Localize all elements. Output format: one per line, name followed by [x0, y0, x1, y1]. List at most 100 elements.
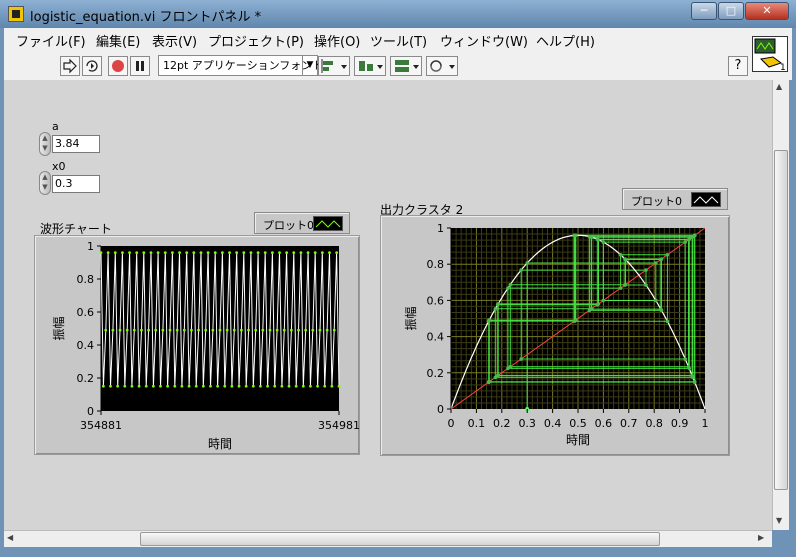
series-point: [285, 251, 289, 254]
x-tick-label: 354981: [318, 419, 360, 432]
resize-objects-button[interactable]: [390, 56, 422, 76]
series-point: [251, 384, 255, 388]
window-title: logistic_equation.vi フロントパネル *: [30, 10, 262, 25]
menu-project[interactable]: プロジェクト(P): [208, 31, 304, 50]
resize-icon: [395, 60, 419, 72]
cobweb-point: [690, 373, 694, 378]
reorder-icon: [430, 60, 455, 72]
cobweb-point: [506, 286, 510, 290]
series-point: [232, 328, 236, 332]
series-point: [256, 251, 260, 254]
a-increment-decrement[interactable]: ▲ ▼: [39, 132, 51, 156]
series-point: [204, 328, 208, 332]
cobweb-point: [589, 307, 594, 311]
series-point: [290, 328, 293, 332]
front-panel: a ▲ ▼ 3.84 x0 ▲ ▼ 0.3 波形チャート プロット0 0 0.2 0.4…: [4, 80, 772, 530]
font-dropdown[interactable]: 12pt アプリケーションフォント ▼: [158, 55, 323, 76]
close-button[interactable]: ✕: [745, 2, 789, 20]
minimize-button[interactable]: ─: [691, 2, 717, 20]
series-point: [325, 328, 329, 332]
cobweb-point: [665, 319, 670, 324]
series-point: [268, 328, 272, 332]
run-continuously-button[interactable]: [82, 56, 102, 76]
menu-window[interactable]: ウィンドウ(W): [440, 31, 528, 50]
run-button[interactable]: [60, 56, 80, 76]
waveform-chart-legend[interactable]: プロット0: [254, 212, 350, 234]
y-tick-label: 0.4: [77, 339, 95, 352]
xy-graph[interactable]: 0 0.2 0.4 0.6 0.8 1 0 0.1 0.2 0.3 0.4 0.5 0.6 0.7 0.8 0…: [380, 215, 730, 456]
series-point: [173, 384, 177, 388]
vi-connector-icon: 1: [754, 38, 786, 73]
series-point: [316, 384, 319, 388]
vertical-scroll-thumb[interactable]: [774, 150, 788, 490]
x0-increment-decrement[interactable]: ▲ ▼: [39, 171, 51, 195]
cobweb-point: [644, 283, 648, 287]
plot-line-swatch-icon: [691, 192, 721, 207]
maximize-button[interactable]: □: [718, 2, 744, 20]
x-axis-label: 時間: [208, 437, 232, 451]
vertical-scrollbar[interactable]: ▲ ▼: [772, 80, 789, 530]
series-point: [166, 384, 170, 388]
scroll-up-icon[interactable]: ▲: [776, 82, 782, 91]
abort-button[interactable]: [108, 56, 128, 76]
y-tick-label: 1: [437, 222, 444, 235]
a-numeric-input[interactable]: 3.84: [52, 135, 100, 153]
series-point: [159, 384, 162, 388]
series-point: [149, 251, 153, 254]
series-point: [306, 251, 310, 254]
series-point: [163, 251, 167, 254]
y-tick-label: 0.8: [77, 273, 95, 286]
menu-help[interactable]: ヘルプ(H): [536, 31, 595, 50]
cobweb-point: [692, 233, 697, 238]
x-tick-label: 0.7: [620, 417, 638, 430]
title-bar[interactable]: logistic_equation.vi フロントパネル * ─ □ ✕: [0, 0, 796, 28]
menu-file[interactable]: ファイル(F): [16, 31, 86, 50]
series-point: [140, 328, 143, 332]
scroll-right-icon[interactable]: ▶: [758, 533, 764, 542]
menu-tools[interactable]: ツール(T): [370, 31, 427, 50]
cobweb-point: [618, 286, 623, 290]
context-help-button[interactable]: ?: [728, 56, 748, 76]
align-objects-button[interactable]: [318, 56, 350, 76]
series-point: [309, 384, 312, 388]
series-point: [320, 251, 324, 254]
series-point: [168, 328, 172, 332]
reorder-button[interactable]: [426, 56, 458, 76]
series-point: [299, 251, 303, 254]
series-point: [197, 328, 200, 332]
series-point: [213, 251, 217, 254]
series-point: [132, 328, 136, 332]
chevron-down-icon: ▼: [302, 56, 317, 75]
horizontal-scroll-thumb[interactable]: [140, 532, 660, 546]
series-point: [218, 328, 222, 332]
x0-numeric-input[interactable]: 0.3: [52, 175, 100, 193]
cobweb-point: [487, 380, 491, 384]
scroll-left-icon[interactable]: ◀: [7, 533, 13, 542]
series-point: [190, 328, 193, 332]
x-tick-label: 0.9: [671, 417, 689, 430]
vi-icon-connector-pane[interactable]: 1: [752, 36, 788, 73]
series-point: [206, 251, 210, 254]
cobweb-point: [687, 366, 691, 371]
xy-graph-legend[interactable]: プロット0: [622, 188, 728, 210]
cobweb-point: [644, 268, 648, 272]
scroll-down-icon[interactable]: ▼: [776, 516, 782, 525]
series-point: [323, 384, 327, 388]
series-point: [249, 251, 253, 254]
distribute-objects-button[interactable]: [354, 56, 386, 76]
series-point: [225, 328, 229, 332]
menu-operate[interactable]: 操作(O): [314, 31, 360, 50]
run-continuous-icon: [86, 60, 98, 72]
y-tick-label: 0: [437, 403, 444, 416]
pause-button[interactable]: [130, 56, 150, 76]
svg-text:1: 1: [780, 63, 786, 71]
waveform-chart[interactable]: 0 0.2 0.4 0.6 0.8 1 354881 354981 時間 振幅: [34, 235, 360, 455]
series-point: [244, 384, 248, 388]
menu-edit[interactable]: 編集(E): [96, 31, 140, 50]
pause-icon: [136, 61, 144, 71]
series-point: [104, 328, 108, 332]
horizontal-scrollbar[interactable]: ◀ ▶: [4, 530, 772, 547]
series-point: [123, 384, 127, 388]
menu-view[interactable]: 表示(V): [152, 31, 197, 50]
cobweb-point: [595, 237, 600, 242]
